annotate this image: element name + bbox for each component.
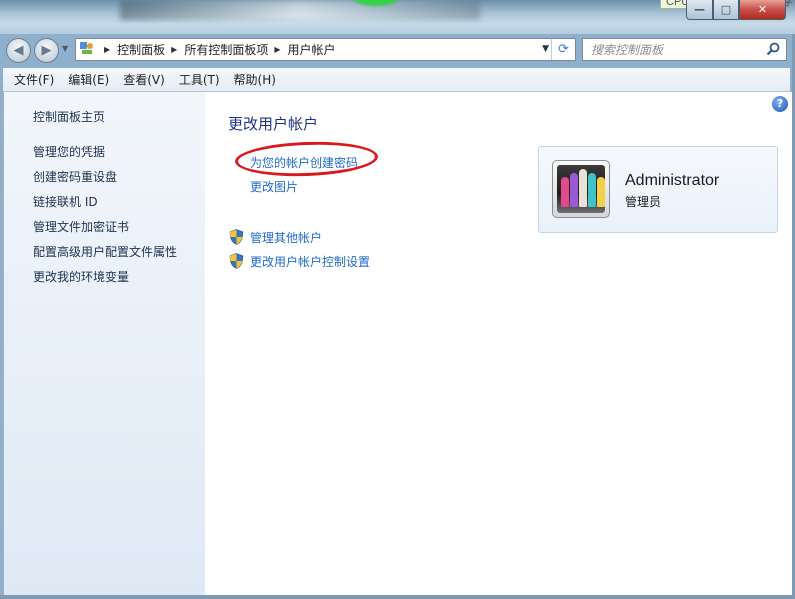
sidebar-item-environment-variables[interactable]: 更改我的环境变量	[33, 268, 129, 285]
annotation-circle	[234, 139, 379, 179]
sidebar: 控制面板主页 管理您的凭据 创建密码重设盘 链接联机 ID 管理文件加密证书 配…	[4, 92, 205, 595]
menu-file[interactable]: 文件(F)	[7, 71, 61, 88]
shield-icon	[229, 253, 244, 269]
user-account-card: Administrator 管理员	[538, 146, 778, 233]
manage-other-accounts-link[interactable]: 管理其他帐户	[250, 229, 322, 246]
recent-pages-dropdown[interactable]: ▼	[62, 44, 68, 53]
minimize-button[interactable]: —	[686, 0, 713, 20]
breadcrumb-control-panel[interactable]: 控制面板	[117, 41, 165, 58]
breadcrumb-separator: ▶	[104, 45, 111, 54]
address-dropdown-icon[interactable]: ▼	[542, 44, 549, 54]
crayons-picture	[557, 165, 605, 213]
breadcrumb-separator[interactable]: ▶	[171, 45, 177, 54]
sidebar-control-panel-home[interactable]: 控制面板主页	[33, 108, 105, 125]
control-panel-icon	[76, 40, 98, 59]
breadcrumb-user-accounts[interactable]: 用户帐户	[288, 41, 336, 58]
shield-icon	[229, 229, 244, 245]
sidebar-item-password-reset-disk[interactable]: 创建密码重设盘	[33, 168, 117, 185]
sidebar-item-advanced-profile[interactable]: 配置高级用户配置文件属性	[33, 243, 177, 260]
menu-bar: 文件(F) 编辑(E) 查看(V) 工具(T) 帮助(H)	[3, 68, 790, 92]
avatar[interactable]	[552, 160, 610, 218]
sidebar-item-manage-credentials[interactable]: 管理您的凭据	[33, 143, 105, 160]
help-icon[interactable]: ?	[772, 96, 788, 112]
sidebar-item-link-online-id[interactable]: 链接联机 ID	[33, 193, 98, 210]
change-picture-link[interactable]: 更改图片	[250, 178, 298, 195]
sidebar-item-encryption-certificates[interactable]: 管理文件加密证书	[33, 218, 129, 235]
menu-help[interactable]: 帮助(H)	[227, 71, 283, 88]
window-frame-bottom	[0, 595, 795, 599]
menu-tools[interactable]: 工具(T)	[172, 71, 227, 88]
content-area: 控制面板主页 管理您的凭据 创建密码重设盘 链接联机 ID 管理文件加密证书 配…	[3, 92, 792, 595]
forward-arrow-icon: ▶	[41, 43, 52, 58]
back-arrow-icon: ◀	[13, 43, 24, 58]
search-box[interactable]	[582, 38, 787, 61]
user-name: Administrator	[625, 172, 720, 189]
main-panel: ? 更改用户帐户 为您的帐户创建密码 更改图片 管理其他帐户 更改用户帐户控制设…	[205, 92, 792, 595]
menu-view[interactable]: 查看(V)	[116, 71, 172, 88]
user-role: 管理员	[625, 195, 662, 209]
breadcrumb-separator[interactable]: ▶	[274, 45, 280, 54]
close-button[interactable]: ✕	[739, 0, 786, 20]
uac-settings-link[interactable]: 更改用户帐户控制设置	[250, 253, 370, 270]
back-button[interactable]: ◀	[6, 38, 31, 63]
refresh-icon[interactable]: ⟳	[551, 39, 575, 60]
forward-button[interactable]: ▶	[34, 38, 59, 63]
window-controls: — □ ✕	[686, 0, 786, 22]
search-icon[interactable]	[766, 42, 780, 60]
address-bar[interactable]: ▶ 控制面板 ▶ 所有控制面板项 ▶ 用户帐户 ▼ ⟳	[75, 38, 576, 61]
search-input[interactable]	[591, 40, 766, 59]
breadcrumb-all-items[interactable]: 所有控制面板项	[184, 41, 268, 58]
menu-edit[interactable]: 编辑(E)	[61, 71, 116, 88]
page-title: 更改用户帐户	[228, 115, 319, 133]
maximize-button[interactable]: □	[713, 0, 739, 20]
